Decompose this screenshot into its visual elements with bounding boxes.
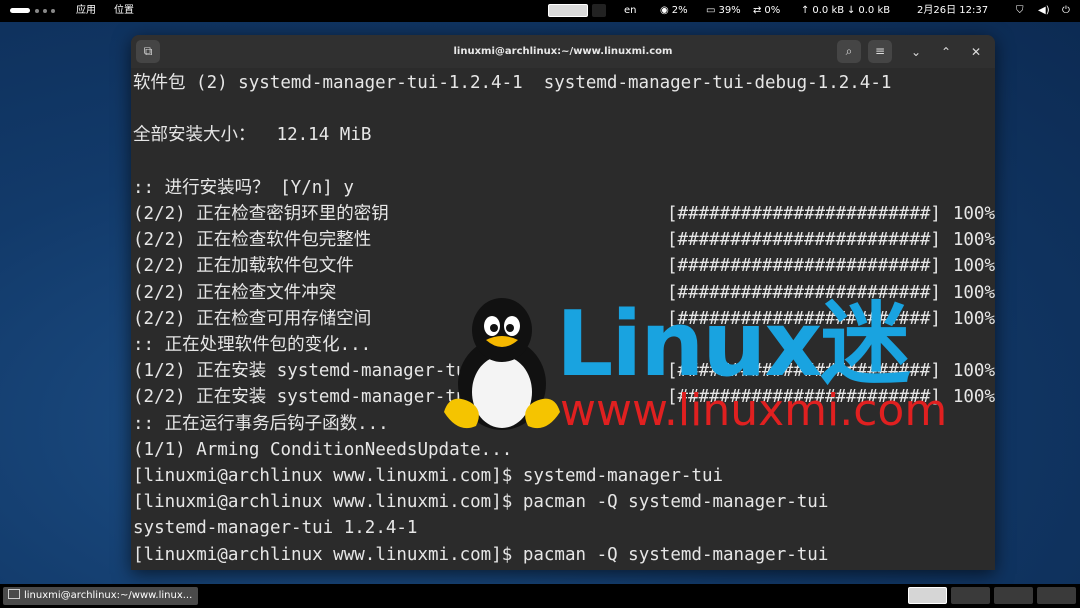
- terminal-icon: [8, 589, 20, 599]
- swap-icon: ⇄: [753, 5, 762, 16]
- volume-icon[interactable]: ◀): [1038, 0, 1050, 22]
- progress-bar-text: [########################]: [667, 204, 941, 224]
- progress-percent: 100%: [952, 282, 995, 303]
- terminal-line: systemd-manager-tui 1.2.4-1: [133, 518, 418, 539]
- workspace-switcher-4[interactable]: [1037, 587, 1076, 604]
- workspace-dot[interactable]: [43, 9, 47, 13]
- workspace-dot[interactable]: [51, 9, 55, 13]
- terminal-line: :: 正在运行事务后钩子函数...: [133, 413, 389, 434]
- window-title: linuxmi@archlinux:~/www.linuxmi.com: [453, 46, 673, 57]
- top-panel: 应用 位置 en ◉ 2% ▭ 39% ⇄ 0% ↑ 0.0 kB ↓ 0.0 kB 2月…: [0, 0, 1080, 22]
- arrow-up-icon: ↑: [801, 5, 810, 16]
- swap-monitor[interactable]: ⇄ 0%: [753, 0, 780, 22]
- terminal-line: (2/2) 正在检查密钥环里的密钥: [133, 204, 389, 224]
- progress-percent: 100%: [952, 308, 995, 329]
- new-tab-button[interactable]: ⧉: [136, 40, 160, 63]
- taskbar-window-button[interactable]: linuxmi@archlinux:~/www.linux...: [3, 587, 198, 605]
- bottom-panel: linuxmi@archlinux:~/www.linux...: [0, 584, 1080, 608]
- terminal-line: (1/1) Arming ConditionNeedsUpdate...: [133, 439, 513, 460]
- terminal-line: 软件包 (2) systemd-manager-tui-1.2.4-1 syst…: [133, 73, 892, 93]
- chevron-down-icon[interactable]: ⌄: [907, 43, 925, 61]
- new-tab-icon: ⧉: [143, 44, 153, 58]
- power-icon[interactable]: ⏻: [1062, 0, 1070, 22]
- search-icon: ⌕: [845, 44, 853, 58]
- watermark-url: www.linuxmi.com: [560, 385, 948, 436]
- progress-percent: 100%: [952, 256, 995, 277]
- workspace-preview[interactable]: [592, 4, 606, 17]
- progress-percent: 100%: [952, 230, 995, 251]
- workspace-switcher-3[interactable]: [994, 587, 1033, 604]
- input-method-indicator[interactable]: en: [624, 0, 637, 22]
- terminal-line: [linuxmi@archlinux www.linuxmi.com]$ sys…: [133, 466, 724, 486]
- terminal-line: :: 正在处理软件包的变化...: [133, 335, 372, 355]
- arrow-down-icon: ↓: [847, 5, 856, 16]
- cpu-monitor[interactable]: ◉ 2%: [660, 0, 688, 22]
- taskbar-window-label: linuxmi@archlinux:~/www.linux...: [24, 590, 193, 601]
- applications-menu[interactable]: 应用: [76, 0, 96, 22]
- terminal-line: :: 进行安装吗？ [Y/n] y: [133, 177, 354, 198]
- memory-monitor[interactable]: ▭ 39%: [706, 0, 741, 22]
- workspace-switcher-1[interactable]: [908, 587, 947, 604]
- cpu-icon: ◉: [660, 5, 669, 16]
- progress-percent: 100%: [952, 361, 995, 382]
- terminal-line: (2/2) 正在检查软件包完整性: [133, 230, 372, 251]
- window-titlebar[interactable]: linuxmi@archlinux:~/www.linuxmi.com ⧉ ⌕ …: [131, 35, 995, 68]
- terminal-line: (2/2) 正在检查可用存储空间: [133, 308, 372, 329]
- terminal-line: [linuxmi@archlinux www.linuxmi.com]$ pac…: [133, 544, 829, 565]
- terminal-line: (2/2) 正在加载软件包文件: [133, 256, 354, 277]
- terminal-line: (1/2) 正在安装 systemd-manager-tui: [133, 361, 477, 382]
- watermark-brand: Linux迷: [556, 292, 910, 397]
- close-icon[interactable]: ✕: [967, 43, 985, 61]
- workspace-preview-current[interactable]: [548, 4, 588, 17]
- clock[interactable]: 2月26日 12:37: [917, 0, 988, 22]
- chevron-up-icon[interactable]: ⌃: [937, 43, 955, 61]
- places-menu[interactable]: 位置: [114, 0, 134, 22]
- progress-bar-text: [########################]: [667, 256, 941, 277]
- progress-percent: 100%: [952, 387, 995, 408]
- terminal-line: 全部安装大小： 12.14 MiB: [133, 125, 372, 146]
- workspace-switcher-2[interactable]: [951, 587, 990, 604]
- menu-button[interactable]: ≡: [868, 40, 892, 63]
- hamburger-menu-icon: ≡: [874, 44, 886, 58]
- shield-icon[interactable]: ⛉: [1016, 0, 1024, 22]
- workspace-dot[interactable]: [35, 9, 39, 13]
- terminal-line: (2/2) 正在检查文件冲突: [133, 282, 337, 303]
- memory-icon: ▭: [706, 5, 716, 16]
- progress-percent: 100%: [952, 204, 995, 224]
- activities-indicator[interactable]: [10, 8, 30, 13]
- net-download-monitor[interactable]: ↓ 0.0 kB: [847, 0, 890, 22]
- terminal-line: [linuxmi@archlinux www.linuxmi.com]$ pac…: [133, 492, 829, 513]
- search-button[interactable]: ⌕: [837, 40, 861, 63]
- progress-bar-text: [########################]: [667, 230, 941, 251]
- tux-penguin-logo: [440, 292, 565, 441]
- net-upload-monitor[interactable]: ↑ 0.0 kB: [801, 0, 844, 22]
